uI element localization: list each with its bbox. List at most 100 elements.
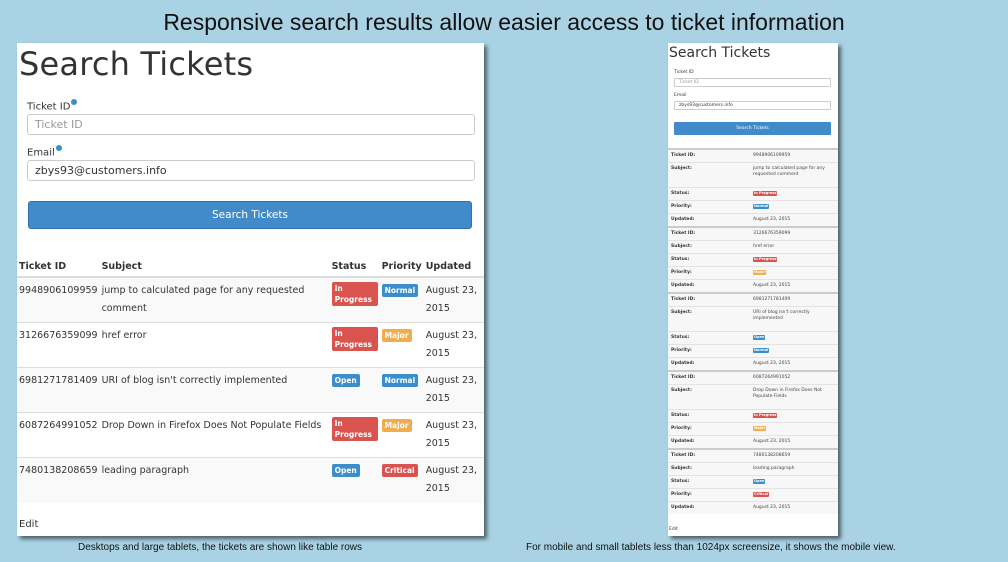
table-row[interactable]: 3126676359099 href error In Progress Maj… — [17, 322, 484, 368]
table-row[interactable]: 6087264991052 Drop Down in Firefox Does … — [17, 412, 484, 458]
status-badge: Open — [331, 464, 360, 477]
priority-key: Priority: — [671, 204, 692, 209]
subject-cell[interactable]: href error — [99, 322, 330, 368]
subject-key: Subject: — [671, 388, 692, 393]
updated-value: August 23, 2015 — [753, 217, 791, 222]
status-cell: Open — [329, 367, 380, 413]
ticket-id-key: Ticket ID: — [671, 453, 696, 458]
priority-badge: Normal — [753, 348, 770, 353]
updated-key: Updated: — [671, 217, 695, 222]
priority-key: Priority: — [671, 492, 692, 497]
updated-value: August 23, 2015 — [753, 283, 791, 288]
status-key: Status: — [671, 413, 690, 418]
page-title: Search Tickets — [19, 45, 254, 83]
updated-cell: August 23, 2015 — [423, 367, 484, 413]
ticket-id-cell: 9948906109959 — [17, 276, 100, 323]
priority-badge: Major — [753, 426, 767, 431]
subject-value[interactable]: leading paragraph — [753, 466, 829, 472]
priority-badge: Critical — [753, 492, 770, 497]
priority-badge: Normal — [381, 374, 419, 387]
mobile-email-label: Email — [674, 93, 687, 98]
priority-cell: Normal — [379, 276, 424, 323]
priority-badge: Major — [381, 419, 412, 432]
info-icon[interactable] — [55, 145, 62, 151]
mobile-ticket-card[interactable]: Ticket ID: 6981271781409 Subject: URI of b… — [668, 292, 838, 370]
updated-key: Updated: — [671, 439, 695, 444]
ticket-id-cell: 7480138208659 — [17, 457, 100, 503]
mobile-edit-link[interactable]: Edit — [669, 527, 678, 532]
priority-key: Priority: — [671, 426, 692, 431]
email-input[interactable]: zbys93@customers.info — [27, 160, 475, 181]
column-header-priority: Priority — [379, 257, 424, 278]
status-cell: In Progress — [329, 276, 380, 323]
column-header-status: Status — [329, 257, 380, 278]
subject-cell[interactable]: leading paragraph — [99, 457, 330, 503]
status-key: Status: — [671, 191, 690, 196]
mobile-page-title: Search Tickets — [669, 45, 771, 61]
edit-link[interactable]: Edit — [19, 519, 38, 530]
desktop-view-panel: Search Tickets Ticket ID Ticket ID Email… — [17, 43, 484, 536]
table-row[interactable]: 6981271781409 URI of blog isn't correctl… — [17, 367, 484, 413]
priority-key: Priority: — [671, 270, 692, 275]
updated-value: August 23, 2015 — [753, 505, 791, 510]
ticket-id-cell: 6981271781409 — [17, 367, 100, 413]
headline: Responsive search results allow easier a… — [163, 9, 845, 35]
table-row[interactable]: 9948906109959 jump to calculated page fo… — [17, 276, 484, 323]
mobile-ticket-id-input[interactable]: Ticket ID — [674, 78, 831, 87]
table-row[interactable]: 7480138208659 leading paragraph Open Cri… — [17, 457, 484, 503]
subject-key: Subject: — [671, 166, 692, 171]
updated-key: Updated: — [671, 361, 695, 366]
ticket-id-value: 6087264991052 — [753, 375, 791, 380]
status-key: Status: — [671, 335, 690, 340]
status-cell: In Progress — [329, 322, 380, 368]
ticket-id-cell: 3126676359099 — [17, 322, 100, 368]
status-badge: In Progress — [753, 413, 778, 418]
ticket-id-key: Ticket ID: — [671, 375, 696, 380]
ticket-id-value: 6981271781409 — [753, 297, 791, 302]
subject-value[interactable]: Drop Down in Firefox Does Not Populate F… — [753, 388, 829, 406]
priority-cell: Major — [379, 412, 424, 458]
status-key: Status: — [671, 257, 690, 262]
priority-badge: Critical — [381, 464, 418, 477]
status-badge: In Progress — [331, 282, 378, 306]
updated-cell: August 23, 2015 — [423, 322, 484, 368]
column-header-subject: Subject — [99, 257, 330, 278]
updated-key: Updated: — [671, 505, 695, 510]
mobile-ticket-card[interactable]: Ticket ID: 3126676359099 Subject: href err… — [668, 226, 838, 292]
subject-value[interactable]: URI of blog isn't correctly implemented — [753, 310, 829, 328]
mobile-view-panel: Search Tickets Ticket ID Ticket ID Email… — [668, 43, 838, 536]
updated-cell: August 23, 2015 — [423, 412, 484, 458]
desktop-caption: Desktops and large tablets, the tickets … — [78, 542, 363, 553]
mobile-email-input[interactable]: zbys93@customers.info — [674, 101, 831, 110]
priority-badge: Major — [753, 270, 767, 275]
updated-cell: August 23, 2015 — [423, 457, 484, 503]
info-icon[interactable] — [71, 99, 78, 105]
subject-cell[interactable]: Drop Down in Firefox Does Not Populate F… — [99, 412, 330, 458]
status-badge: In Progress — [753, 191, 778, 196]
ticket-id-label: Ticket ID — [27, 99, 78, 112]
priority-badge: Major — [381, 329, 412, 342]
status-badge: Open — [753, 335, 766, 340]
status-badge: Open — [753, 479, 766, 484]
subject-key: Subject: — [671, 310, 692, 315]
priority-badge: Normal — [381, 284, 419, 297]
search-tickets-button[interactable]: Search Tickets — [28, 201, 472, 229]
ticket-id-input[interactable]: Ticket ID — [27, 114, 475, 135]
subject-cell[interactable]: URI of blog isn't correctly implemented — [99, 367, 330, 413]
priority-cell: Critical — [379, 457, 424, 503]
mobile-caption: For mobile and small tablets less than 1… — [526, 542, 896, 553]
email-label: Email — [27, 145, 62, 158]
mobile-ticket-card[interactable]: Ticket ID: 7480138208659 Subject: leading … — [668, 448, 838, 514]
mobile-ticket-card[interactable]: Ticket ID: 6087264991052 Subject: Drop Dow… — [668, 370, 838, 448]
mobile-search-tickets-button[interactable]: Search Tickets — [674, 122, 831, 135]
ticket-id-cell: 6087264991052 — [17, 412, 100, 458]
mobile-ticket-card[interactable]: Ticket ID: 9948906109959 Subject: jump to … — [668, 148, 838, 226]
table-header-row: Ticket ID Subject Status Priority Update… — [17, 257, 484, 278]
subject-value[interactable]: href error — [753, 244, 829, 250]
mobile-ticket-id-label: Ticket ID — [674, 70, 694, 75]
status-badge: In Progress — [331, 327, 378, 351]
status-badge: In Progress — [331, 417, 378, 441]
subject-cell[interactable]: jump to calculated page for any requeste… — [99, 276, 330, 323]
subject-value[interactable]: jump to calculated page for any requeste… — [753, 166, 829, 184]
ticket-id-value: 7480138208659 — [753, 453, 791, 458]
